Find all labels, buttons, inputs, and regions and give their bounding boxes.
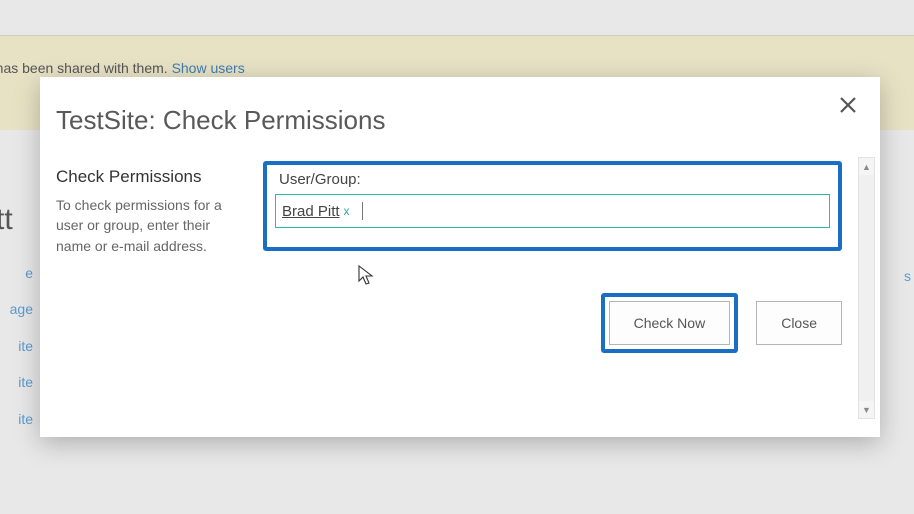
banner-text: site has been shared with them. — [0, 60, 172, 76]
nav-fragment: ite — [0, 364, 35, 400]
highlight-check-now: Check Now — [601, 293, 739, 353]
nav-fragment: ite — [0, 328, 35, 364]
text-caret — [362, 202, 363, 220]
background-page-title-fragment: tt — [0, 205, 35, 255]
user-group-input[interactable]: Brad Pitt x — [275, 194, 830, 228]
chip-remove-icon[interactable]: x — [344, 204, 350, 218]
nav-fragment: e — [0, 255, 35, 291]
close-icon[interactable] — [834, 95, 862, 123]
background-left-nav-fragment: tt e age ite ite ite — [0, 205, 35, 437]
people-chip: Brad Pitt x — [282, 203, 350, 220]
people-chip-name[interactable]: Brad Pitt — [282, 203, 340, 220]
check-now-button[interactable]: Check Now — [609, 301, 731, 345]
nav-fragment: ite — [0, 401, 35, 437]
close-button[interactable]: Close — [756, 301, 842, 345]
banner-show-users-link[interactable]: Show users — [172, 60, 245, 76]
user-group-label: User/Group: — [279, 171, 830, 188]
nav-fragment: age — [0, 291, 35, 327]
scroll-down-arrow-icon[interactable]: ▼ — [859, 401, 874, 418]
scroll-up-arrow-icon[interactable]: ▲ — [859, 158, 874, 175]
check-permissions-dialog: TestSite: Check Permissions Check Permis… — [40, 77, 880, 437]
dialog-title: TestSite: Check Permissions — [56, 105, 385, 136]
highlight-user-group-field: User/Group: Brad Pitt x — [263, 161, 842, 251]
background-right-text-fragment: s — [904, 268, 911, 284]
dialog-scrollbar[interactable]: ▲ ▼ — [858, 157, 875, 419]
section-description: To check permissions for a user or group… — [56, 195, 231, 256]
